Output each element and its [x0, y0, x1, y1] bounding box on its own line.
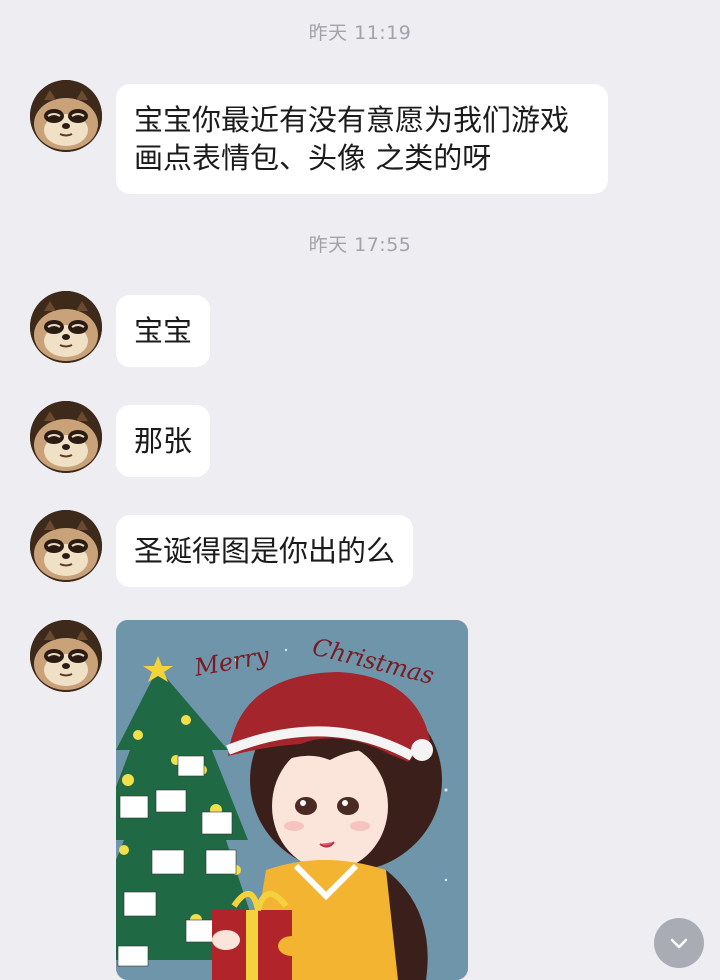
chevron-down-icon [670, 938, 688, 949]
scroll-to-bottom-button[interactable] [654, 918, 704, 968]
sender-avatar[interactable] [30, 80, 102, 152]
tanuki-avatar-icon [30, 401, 102, 473]
message-bubble[interactable]: 那张 [116, 405, 211, 477]
tanuki-avatar-icon [30, 510, 102, 582]
message-text: 圣诞得图是你出的么 [134, 534, 396, 568]
christmas-illustration: Merry Christmas [116, 620, 468, 980]
timestamp: 昨天 11:19 [308, 22, 412, 44]
tanuki-avatar-icon [30, 620, 102, 692]
sender-avatar[interactable] [30, 620, 102, 692]
message-bubble[interactable]: 宝宝 [116, 295, 211, 367]
timestamp: 昨天 17:55 [308, 234, 412, 256]
sender-avatar[interactable] [30, 291, 102, 363]
tanuki-avatar-icon [30, 291, 102, 363]
message-bubble[interactable]: 圣诞得图是你出的么 [116, 515, 414, 587]
tanuki-avatar-icon [30, 80, 102, 152]
message-text: 宝宝你最近有没有意愿为我们游戏 画点表情包、头像 之类的呀 [134, 103, 570, 175]
sender-avatar[interactable] [30, 510, 102, 582]
sender-avatar[interactable] [30, 401, 102, 473]
message-bubble[interactable]: 宝宝你最近有没有意愿为我们游戏 画点表情包、头像 之类的呀 [116, 84, 608, 194]
message-text: 那张 [134, 424, 193, 458]
image-message[interactable]: Merry Christmas [116, 620, 468, 980]
message-text: 宝宝 [134, 314, 193, 348]
chat-area[interactable]: 昨天 11:19 宝宝你最近有没有意愿为我们游戏 画点表情包、头像 之类的呀 昨… [0, 0, 720, 980]
